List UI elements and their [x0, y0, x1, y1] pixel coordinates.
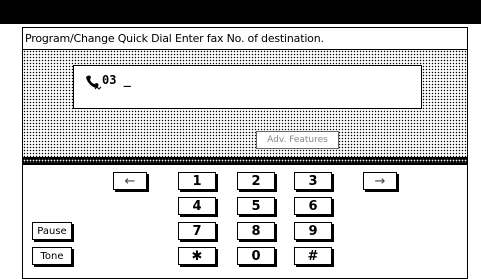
left-arrow-button[interactable]: ←: [113, 172, 147, 190]
adv-features-button[interactable]: Adv. Features: [256, 131, 339, 149]
quick-dial-panel: Program/Change Quick Dial Enter fax No. …: [22, 27, 468, 279]
key-9[interactable]: 9: [294, 222, 332, 240]
top-bar: [0, 0, 481, 24]
entry-area: 03 _ Adv. Features: [23, 49, 467, 157]
key-3[interactable]: 3: [294, 172, 332, 190]
key-8[interactable]: 8: [237, 222, 275, 240]
key-hash[interactable]: #: [294, 247, 332, 265]
quick-dial-phone-icon: [84, 74, 102, 90]
key-star[interactable]: ✱: [178, 247, 216, 265]
keypad: ← 1 2 3 → 4 5 6 Pause 7 8 9 Tone ✱ 0 #: [23, 167, 467, 278]
tone-button[interactable]: Tone: [32, 247, 72, 265]
key-0[interactable]: 0: [237, 247, 275, 265]
key-6[interactable]: 6: [294, 197, 332, 215]
page-title: Program/Change Quick Dial Enter fax No. …: [25, 32, 324, 45]
right-arrow-icon: →: [374, 173, 386, 189]
fax-number-value: 03 _: [102, 73, 131, 87]
key-4[interactable]: 4: [178, 197, 216, 215]
left-arrow-icon: ←: [124, 173, 136, 189]
key-7[interactable]: 7: [178, 222, 216, 240]
key-5[interactable]: 5: [237, 197, 275, 215]
key-1[interactable]: 1: [178, 172, 216, 190]
right-arrow-button[interactable]: →: [363, 172, 397, 190]
fax-number-field[interactable]: 03 _: [73, 65, 422, 109]
pause-button[interactable]: Pause: [32, 222, 72, 240]
key-2[interactable]: 2: [237, 172, 275, 190]
divider-pattern: [23, 159, 467, 163]
